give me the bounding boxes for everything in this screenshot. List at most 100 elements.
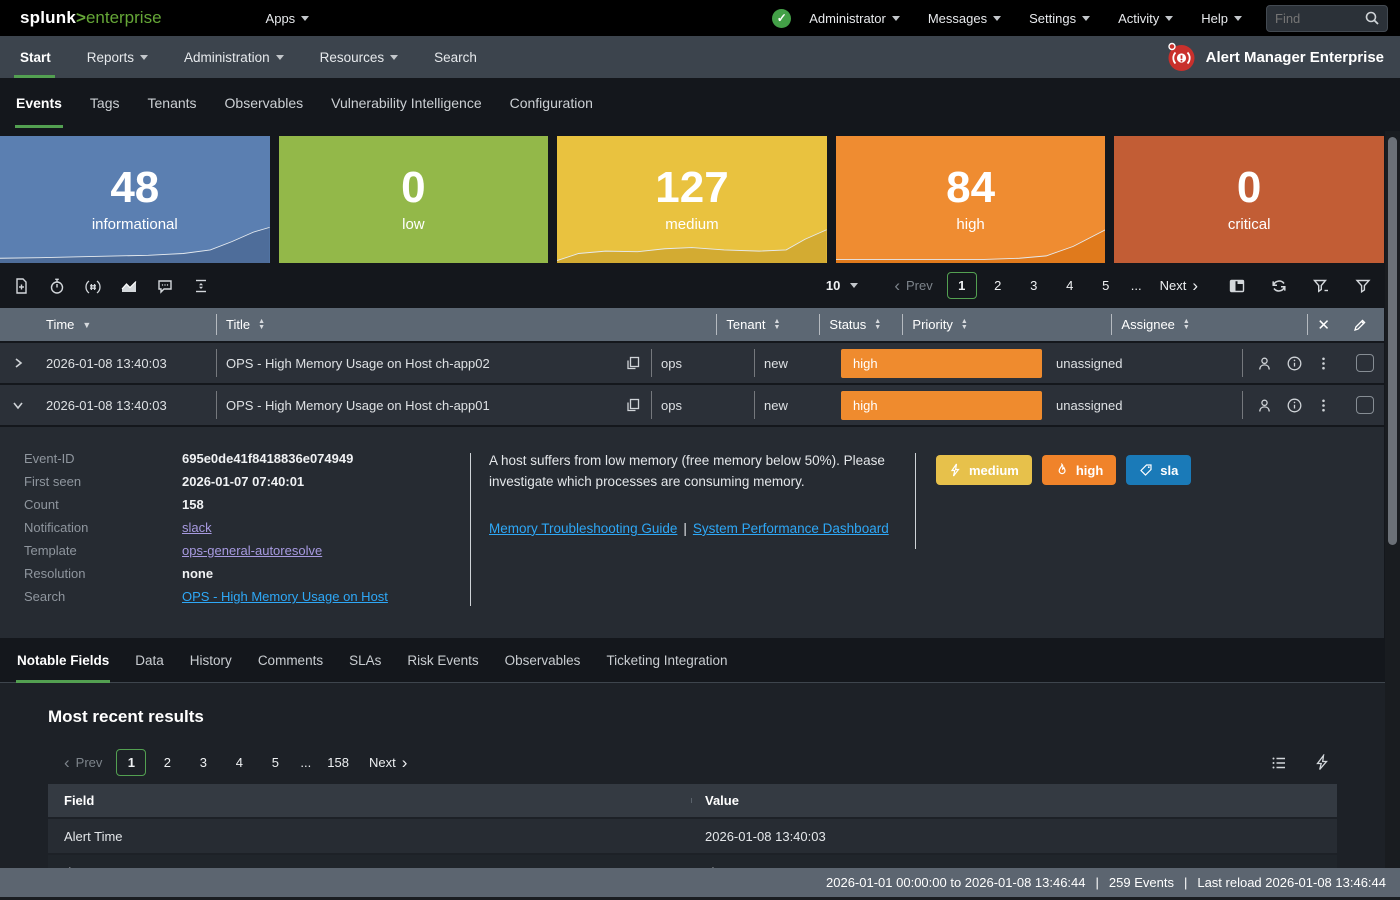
nav-item-search[interactable]: Search (416, 36, 495, 78)
tag-sla-button[interactable]: sla (1126, 455, 1191, 485)
tab-observables[interactable]: Observables (492, 638, 594, 682)
page-1-button[interactable]: 1 (947, 272, 977, 299)
next-page-button[interactable]: Next › (1152, 277, 1206, 294)
account-menu[interactable]: Administrator (795, 0, 914, 36)
collapse-rows-icon[interactable] (188, 273, 214, 299)
tab-events[interactable]: Events (2, 78, 76, 128)
splunk-logo[interactable]: splunk > enterprise (20, 8, 162, 28)
nav-item-reports[interactable]: Reports (69, 36, 166, 78)
info-icon[interactable] (1286, 397, 1303, 414)
event-title: OPS - High Memory Usage on Host ch-app02 (226, 356, 490, 371)
tab-tenants[interactable]: Tenants (134, 78, 211, 128)
find-input[interactable] (1267, 11, 1364, 26)
page-5-button[interactable]: 5 (1091, 273, 1121, 298)
columns-icon[interactable] (1224, 273, 1250, 299)
close-icon[interactable]: ✕ (1317, 316, 1330, 334)
nav-item-administration[interactable]: Administration (166, 36, 302, 78)
troubleshooting-guide-link[interactable]: Memory Troubleshooting Guide (489, 521, 677, 536)
next-page-button[interactable]: Next › (361, 754, 415, 771)
row-checkbox[interactable] (1356, 396, 1374, 414)
add-event-icon[interactable] (8, 273, 34, 299)
field-value-row[interactable]: Alert Time 2026-01-08 13:40:03 (48, 819, 1337, 853)
trend-chart-icon[interactable] (116, 273, 142, 299)
collapse-row-icon[interactable] (0, 385, 36, 425)
column-header-title[interactable]: Title ▲▼ (216, 308, 716, 341)
page-4-button[interactable]: 4 (1055, 273, 1085, 298)
event-row[interactable]: 2026-01-08 13:40:03 OPS - High Memory Us… (0, 343, 1384, 383)
settings-menu[interactable]: Settings (1015, 0, 1104, 36)
assign-user-icon[interactable] (1256, 397, 1273, 414)
edit-columns-icon[interactable] (1352, 317, 1368, 333)
kpi-card-low[interactable]: 0 low (279, 136, 549, 263)
kpi-card-critical[interactable]: 0 critical (1114, 136, 1384, 263)
prev-page-button[interactable]: ‹ Prev (56, 754, 110, 771)
page-4-button[interactable]: 4 (224, 750, 254, 775)
kpi-card-informational[interactable]: 48 informational (0, 136, 270, 263)
template-link[interactable]: ops-general-autoresolve (182, 543, 322, 558)
page-last-button[interactable]: 158 (321, 750, 355, 775)
more-actions-icon[interactable] (1315, 355, 1332, 372)
kpi-card-high[interactable]: 84 high (836, 136, 1106, 263)
notification-link[interactable]: slack (182, 520, 212, 535)
field-label: Search (24, 589, 182, 604)
health-check-icon[interactable]: ✓ (772, 9, 791, 28)
row-checkbox[interactable] (1356, 354, 1374, 372)
refresh-icon[interactable] (1266, 273, 1292, 299)
column-header-status[interactable]: Status ▲▼ (819, 308, 902, 341)
nav-item-start[interactable]: Start (0, 36, 69, 78)
quick-actions-icon[interactable] (1314, 754, 1330, 772)
tab-slas[interactable]: SLAs (336, 638, 394, 682)
timer-icon[interactable] (44, 273, 70, 299)
info-icon[interactable] (1286, 355, 1303, 372)
page-2-button[interactable]: 2 (152, 750, 182, 775)
page-1-button[interactable]: 1 (116, 749, 146, 776)
page-size-select[interactable]: 10 (826, 278, 858, 293)
account-label: Administrator (809, 11, 886, 26)
filter-icon[interactable] (1350, 273, 1376, 299)
tab-configuration[interactable]: Configuration (496, 78, 607, 128)
help-menu[interactable]: Help (1187, 0, 1256, 36)
expand-row-icon[interactable] (0, 343, 36, 383)
kpi-card-medium[interactable]: 127 medium (557, 136, 827, 263)
column-header-priority[interactable]: Priority ▲▼ (902, 308, 1111, 341)
page-2-button[interactable]: 2 (983, 273, 1013, 298)
performance-dashboard-link[interactable]: System Performance Dashboard (693, 521, 889, 536)
tag-medium-button[interactable]: medium (936, 455, 1032, 485)
tab-tags[interactable]: Tags (76, 78, 134, 128)
event-row[interactable]: 2026-01-08 13:40:03 OPS - High Memory Us… (0, 385, 1384, 425)
activity-menu[interactable]: Activity (1104, 0, 1187, 36)
scrollbar-thumb[interactable] (1388, 137, 1397, 545)
apps-menu[interactable]: Apps (252, 0, 324, 36)
tag-high-button[interactable]: high (1042, 455, 1116, 485)
more-actions-icon[interactable] (1315, 397, 1332, 414)
prev-page-button[interactable]: ‹ Prev (886, 277, 940, 294)
tab-notable-fields[interactable]: Notable Fields (4, 638, 122, 682)
clear-filter-icon[interactable] (1308, 273, 1334, 299)
tab-observables[interactable]: Observables (211, 78, 318, 128)
tab-history[interactable]: History (177, 638, 245, 682)
search-icon[interactable] (1364, 10, 1387, 26)
find-search[interactable] (1266, 5, 1388, 32)
nav-item-resources[interactable]: Resources (302, 36, 417, 78)
assign-user-icon[interactable] (1256, 355, 1273, 372)
list-view-icon[interactable] (1270, 754, 1288, 772)
page-3-button[interactable]: 3 (188, 750, 218, 775)
copy-icon[interactable] (625, 397, 641, 413)
column-header-tenant[interactable]: Tenant ▲▼ (716, 308, 819, 341)
column-header-assignee[interactable]: Assignee ▲▼ (1111, 308, 1307, 341)
tab-data[interactable]: Data (122, 638, 177, 682)
tab-comments[interactable]: Comments (245, 638, 336, 682)
copy-icon[interactable] (625, 355, 641, 371)
tab-label: Tenants (148, 95, 197, 111)
tab-vulnerability-intelligence[interactable]: Vulnerability Intelligence (317, 78, 495, 128)
tab-ticketing-integration[interactable]: Ticketing Integration (593, 638, 740, 682)
messages-menu[interactable]: Messages (914, 0, 1015, 36)
column-header-time[interactable]: Time ▼ (36, 308, 216, 341)
event-count-icon[interactable] (80, 273, 106, 299)
scrollbar-track[interactable] (1385, 131, 1400, 868)
tab-risk-events[interactable]: Risk Events (394, 638, 491, 682)
page-5-button[interactable]: 5 (260, 750, 290, 775)
search-link[interactable]: OPS - High Memory Usage on Host (182, 589, 388, 604)
comments-icon[interactable] (152, 273, 178, 299)
page-3-button[interactable]: 3 (1019, 273, 1049, 298)
